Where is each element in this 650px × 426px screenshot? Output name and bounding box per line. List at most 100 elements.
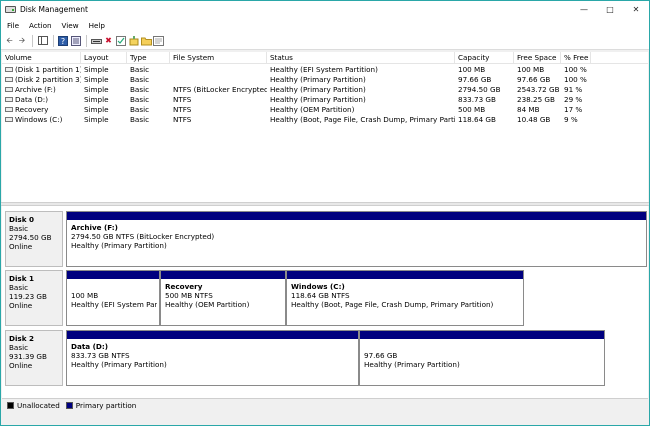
volume-cell-text: Basic — [130, 115, 150, 124]
connect-icon[interactable] — [90, 35, 102, 46]
svg-text:?: ? — [61, 37, 65, 46]
partition-data[interactable]: Data (D:) 833.73 GB NTFS Healthy (Primar… — [66, 330, 359, 386]
column-header-free-space[interactable]: Free Space — [514, 52, 561, 64]
disk-size: 2794.50 GB — [9, 233, 52, 242]
partition-windows[interactable]: Windows (C:) 118.64 GB NTFS Healthy (Boo… — [286, 270, 524, 326]
volume-row[interactable]: (Disk 2 partition 3) Simple Basic Healthy (… — [2, 75, 648, 85]
volume-cell-text: 238.25 GB — [517, 95, 555, 104]
volume-cell-text: NTFS — [173, 95, 192, 104]
volume-cell-text: Basic — [130, 105, 150, 114]
volume-cell-text: 100 % — [564, 65, 587, 74]
disk-1-label[interactable]: Disk 1 Basic 119.23 GB Online — [5, 270, 63, 326]
maximize-button[interactable]: □ — [597, 1, 623, 18]
partition-efi-system[interactable]: 100 MB Healthy (EFI System Partiti — [66, 270, 160, 326]
volume-cell-volume: (Disk 2 partition 3) — [2, 75, 81, 85]
volume-cell-text: (Disk 2 partition 3) — [15, 75, 81, 84]
column-header-capacity[interactable]: Capacity — [455, 52, 514, 64]
volume-cell-text: 97.66 GB — [517, 75, 551, 84]
forward-arrow-icon[interactable]: 🡪 — [17, 35, 28, 46]
column-header-layout[interactable]: Layout — [81, 52, 127, 64]
volume-cell-text: Healthy (OEM Partition) — [270, 105, 355, 114]
volume-cell-text: Basic — [130, 75, 150, 84]
menu-file[interactable]: File — [1, 21, 24, 30]
disk-0-label[interactable]: Disk 0 Basic 2794.50 GB Online — [5, 211, 63, 267]
column-header-volume[interactable]: Volume — [2, 52, 81, 64]
menu-view[interactable]: View — [57, 21, 84, 30]
partition-name: Archive (F:) — [71, 223, 118, 232]
volume-row[interactable]: Archive (F:) Simple Basic NTFS (BitLocker E… — [2, 85, 648, 95]
close-button[interactable]: ✕ — [623, 1, 649, 18]
volume-cell-pct: 100 % — [561, 75, 591, 85]
partition-disk2-unnamed[interactable]: 97.66 GB Healthy (Primary Partition) — [359, 330, 605, 386]
volume-drive-icon — [5, 117, 13, 122]
volume-row[interactable]: (Disk 1 partition 1) Simple Basic Healthy (… — [2, 65, 648, 75]
volume-cell-status: Healthy (Primary Partition) — [267, 95, 455, 105]
volume-cell-free: 97.66 GB — [514, 75, 561, 85]
volume-drive-icon — [5, 97, 13, 102]
format-icon[interactable] — [128, 35, 139, 46]
folder-icon[interactable] — [140, 35, 152, 46]
partition-size: 118.64 GB NTFS — [291, 291, 350, 300]
volume-cell-free: 2543.72 GB — [514, 85, 561, 95]
delete-icon[interactable]: ✖ — [103, 35, 114, 46]
volume-cell-volume: Windows (C:) — [2, 115, 81, 125]
volume-cell-text: 10.48 GB — [517, 115, 551, 124]
volume-cell-status: Healthy (Primary Partition) — [267, 75, 455, 85]
volume-cell-text: NTFS (BitLocker Encrypted) — [173, 85, 267, 94]
volume-cell-text: 118.64 GB — [458, 115, 496, 124]
volume-cell-pct: 9 % — [561, 115, 591, 125]
partition-status: Healthy (EFI System Partiti — [71, 300, 157, 309]
volume-cell-pct: 17 % — [561, 105, 591, 115]
disk-management-window: Disk Management — □ ✕ File Action View H… — [0, 0, 650, 426]
volume-cell-layout: Simple — [81, 75, 127, 85]
legend-unallocated: Unallocated — [7, 401, 60, 410]
volume-cell-free: 238.25 GB — [514, 95, 561, 105]
menu-bar: File Action View Help — [1, 18, 649, 32]
volume-cell-text: Healthy (Primary Partition) — [270, 85, 366, 94]
legend: Unallocated Primary partition — [2, 398, 648, 412]
volume-cell-text: Healthy (Primary Partition) — [270, 75, 366, 84]
help-icon[interactable]: ? — [58, 35, 69, 46]
properties-icon[interactable] — [70, 35, 81, 46]
disk-2-label[interactable]: Disk 2 Basic 931.39 GB Online — [5, 330, 63, 386]
partition-recovery[interactable]: Recovery 500 MB NTFS Healthy (OEM Partit… — [160, 270, 286, 326]
back-arrow-icon[interactable]: 🡨 — [4, 35, 15, 46]
volume-cell-free: 84 MB — [514, 105, 561, 115]
volume-drive-icon — [5, 67, 13, 72]
volume-row[interactable]: Data (D:) Simple Basic NTFS Healthy (Primary… — [2, 95, 648, 105]
volume-cell-type: Basic — [127, 65, 170, 75]
volume-cell-text: NTFS — [173, 105, 192, 114]
volume-cell-status: Healthy (Boot, Page File, Crash Dump, Pr… — [267, 115, 455, 125]
disk-size: 119.23 GB — [9, 292, 47, 301]
console-tree-icon[interactable] — [37, 35, 48, 46]
refresh-icon[interactable] — [153, 35, 164, 46]
volume-cell-text: Recovery — [15, 105, 49, 114]
partition-status: Healthy (Primary Partition) — [71, 241, 167, 250]
partition-name: Windows (C:) — [291, 282, 345, 291]
minimize-button[interactable]: — — [571, 1, 597, 18]
partition-size: 833.73 GB NTFS — [71, 351, 130, 360]
legend-swatch — [7, 402, 14, 409]
partition-size: 97.66 GB — [364, 351, 398, 360]
volume-cell-text: Basic — [130, 65, 150, 74]
volume-cell-pct: 100 % — [561, 65, 591, 75]
volume-row[interactable]: Recovery Simple Basic NTFS Healthy (OEM Part… — [2, 105, 648, 115]
partition-archive[interactable]: Archive (F:) 2794.50 GB NTFS (BitLocker … — [66, 211, 647, 267]
volume-cell-text: Archive (F:) — [15, 85, 56, 94]
volume-cell-text: Healthy (EFI System Partition) — [270, 65, 378, 74]
volume-row[interactable]: Windows (C:) Simple Basic NTFS Healthy (Boot… — [2, 115, 648, 125]
column-header-status[interactable]: Status — [267, 52, 455, 64]
volume-cell-text: 9 % — [564, 115, 578, 124]
column-header-file-system[interactable]: File System — [170, 52, 267, 64]
disk-size: 931.39 GB — [9, 352, 47, 361]
column-header-percent-free[interactable]: % Free — [561, 52, 591, 64]
menu-action[interactable]: Action — [24, 21, 57, 30]
volume-cell-free: 100 MB — [514, 65, 561, 75]
partition-size: 100 MB — [71, 291, 99, 300]
volume-cell-status: Healthy (Primary Partition) — [267, 85, 455, 95]
check-icon[interactable] — [116, 35, 127, 46]
volume-cell-layout: Simple — [81, 95, 127, 105]
column-header-type[interactable]: Type — [127, 52, 170, 64]
menu-help[interactable]: Help — [84, 21, 110, 30]
legend-label: Unallocated — [17, 401, 60, 410]
